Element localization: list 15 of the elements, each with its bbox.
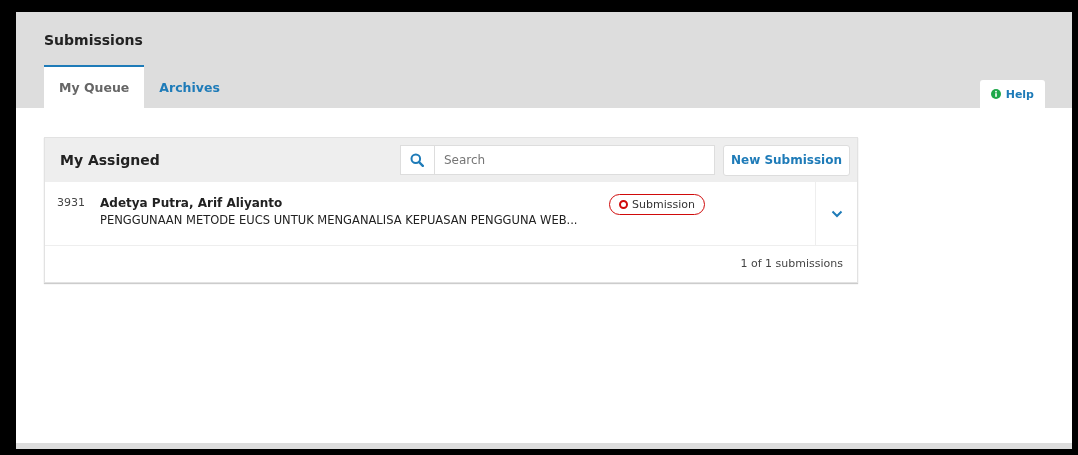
search-icon [410, 153, 425, 167]
submission-title: PENGGUNAAN METODE EUCS UNTUK MENGANALISA KEPUASAN PENGGUNA WEB... [100, 213, 579, 227]
chevron-icon [830, 209, 843, 218]
panel-title: My Assigned [60, 152, 161, 168]
new-submission-button[interactable]: New Submission [722, 144, 850, 176]
page-title: Submissions [44, 32, 144, 48]
search-field[interactable]: Search [434, 145, 715, 175]
tab[interactable]: Archives [144, 65, 235, 108]
submission-count: 1 of 1 submissions [740, 257, 843, 270]
tab[interactable]: My Queue [44, 65, 145, 108]
search-button[interactable] [399, 145, 435, 175]
info-icon [990, 89, 1001, 99]
submission-authors: Adetya Putra, Arif Aliyanto [100, 196, 284, 210]
submission-id: 3931 [57, 196, 86, 211]
help-button[interactable]: Help [979, 80, 1045, 108]
